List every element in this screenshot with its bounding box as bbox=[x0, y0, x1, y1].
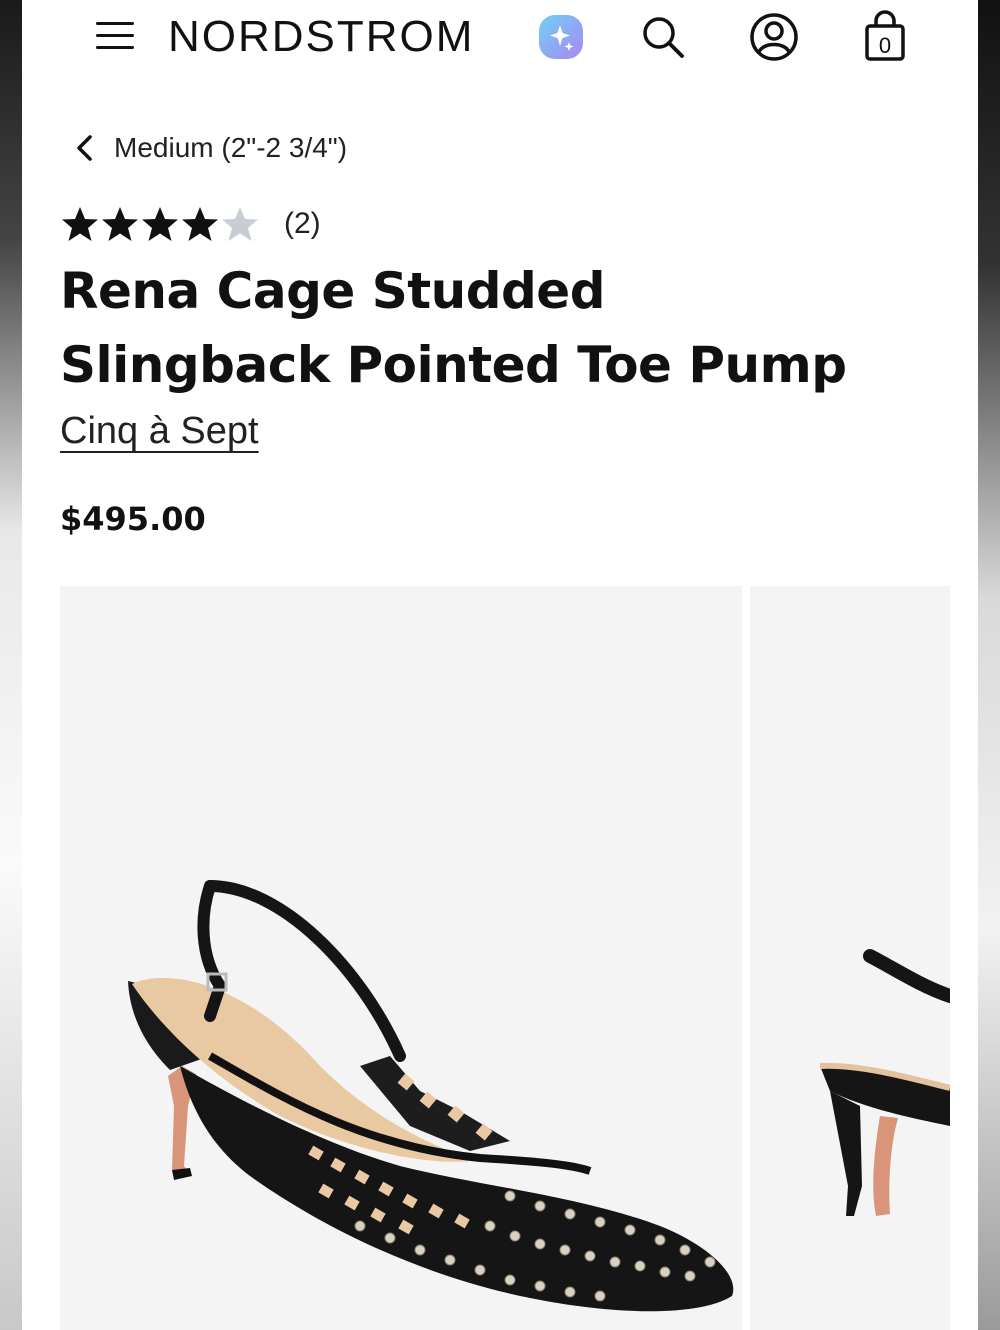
star-empty-icon bbox=[222, 207, 258, 241]
bag-count: 0 bbox=[879, 33, 891, 58]
product-image-main[interactable] bbox=[60, 586, 742, 1330]
search-icon[interactable] bbox=[638, 12, 688, 62]
review-count[interactable]: (2) bbox=[284, 207, 321, 241]
site-header: NORDSTROM 0 bbox=[22, 0, 978, 80]
product-rating[interactable]: (2) bbox=[60, 204, 321, 244]
chevron-left-icon bbox=[77, 135, 92, 161]
star-filled-icon bbox=[142, 207, 178, 241]
star-filled-icon bbox=[102, 207, 138, 241]
product-image-side[interactable] bbox=[750, 586, 950, 1330]
breadcrumb[interactable]: Medium (2"-2 3/4") bbox=[72, 128, 347, 168]
nordstrom-logo[interactable]: NORDSTROM bbox=[168, 12, 474, 62]
menu-icon[interactable] bbox=[94, 16, 136, 56]
product-price: $495.00 bbox=[60, 500, 206, 538]
brand-link[interactable]: Cinq à Sept bbox=[60, 410, 259, 453]
screen-edge-right bbox=[978, 0, 1000, 1330]
rating-stars bbox=[60, 204, 260, 244]
account-icon[interactable] bbox=[748, 11, 800, 63]
product-title: Rena Cage Studded Slingback Pointed Toe … bbox=[60, 262, 847, 394]
star-filled-icon bbox=[182, 207, 218, 241]
product-gallery[interactable] bbox=[60, 586, 978, 1330]
screen-edge-left bbox=[0, 0, 22, 1330]
star-filled-icon bbox=[62, 207, 98, 241]
shopping-bag-icon[interactable]: 0 bbox=[860, 9, 910, 63]
breadcrumb-label: Medium (2"-2 3/4") bbox=[114, 132, 348, 163]
ai-sparkle-icon[interactable] bbox=[536, 13, 586, 61]
product-page: NORDSTROM 0 Medium (2"-2 3/4") (2) Rena … bbox=[22, 0, 978, 1330]
